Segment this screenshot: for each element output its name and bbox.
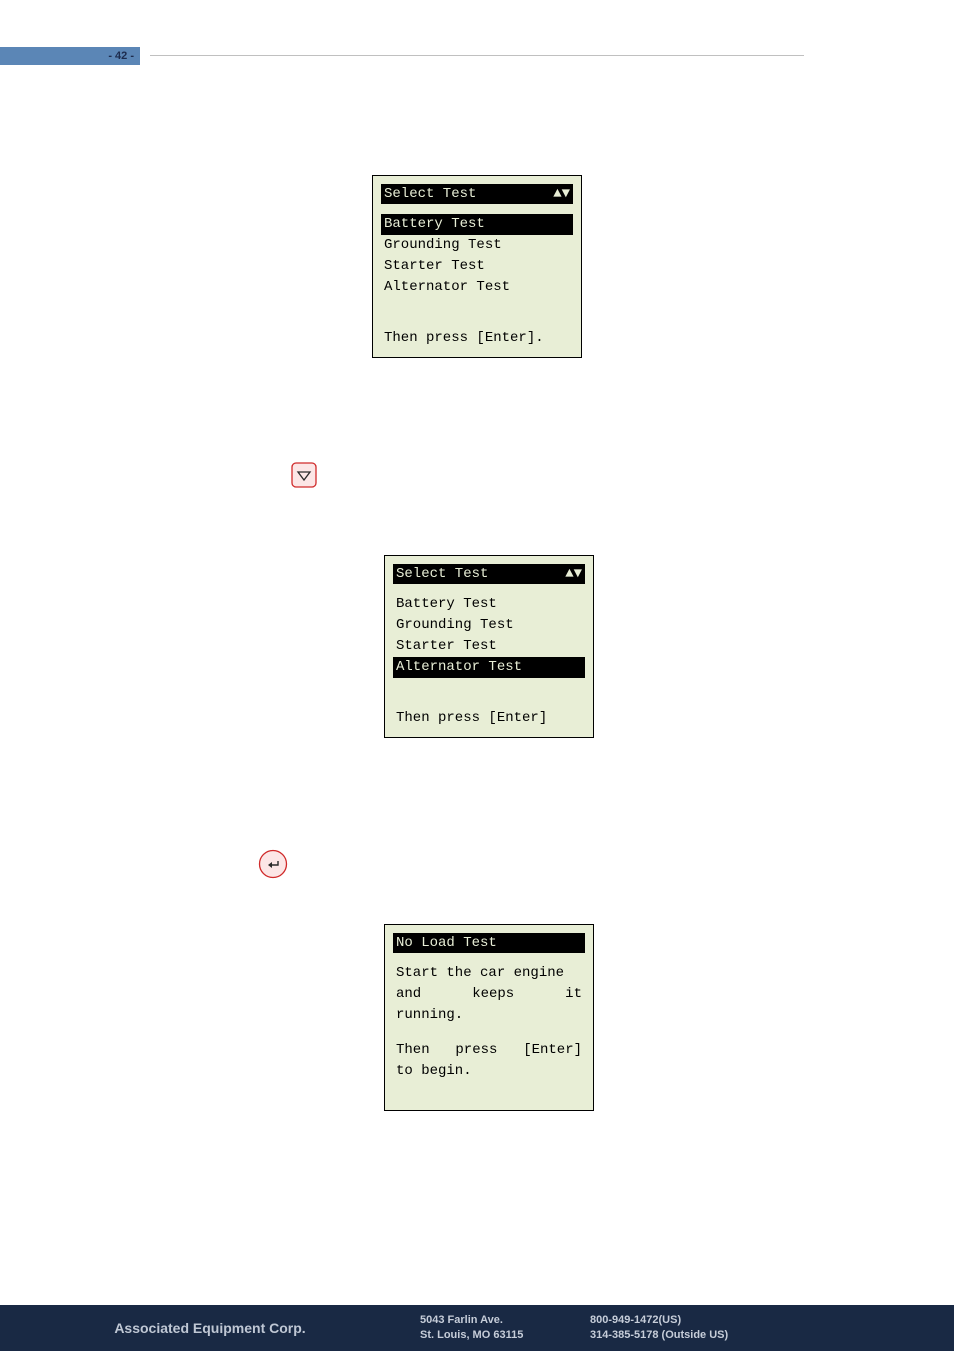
menu-item-battery-test: Battery Test xyxy=(393,594,585,615)
phone-line1: 800-949-1472(US) xyxy=(590,1313,790,1328)
lcd-instruction: Then press [Enter]. xyxy=(381,328,573,349)
header-rule xyxy=(150,55,804,56)
lcd-instruction: Then press [Enter] xyxy=(393,708,585,729)
menu-item-grounding-test: Grounding Test xyxy=(393,615,585,636)
lcd-title-text: No Load Test xyxy=(396,933,497,954)
footer-address: 5043 Farlin Ave. St. Louis, MO 63115 xyxy=(420,1313,590,1344)
footer-company: Associated Equipment Corp. xyxy=(0,1320,420,1336)
enter-button-icon xyxy=(258,849,288,879)
t: keeps xyxy=(472,984,514,1005)
spacer xyxy=(396,1026,582,1040)
phone-line2: 314-385-5178 (Outside US) xyxy=(590,1328,790,1343)
t: it xyxy=(565,984,582,1005)
page-footer: Associated Equipment Corp. 5043 Farlin A… xyxy=(0,1305,954,1351)
lcd-title-text: Select Test xyxy=(396,564,488,585)
lcd-line: to begin. xyxy=(396,1061,582,1082)
t: press xyxy=(455,1040,497,1061)
addr-line1: 5043 Farlin Ave. xyxy=(420,1313,590,1328)
page-number-tab: - 42 - xyxy=(0,47,140,65)
up-down-arrows-icon: ▲▼ xyxy=(565,564,582,585)
lcd-line: running. xyxy=(396,1005,582,1026)
down-button-icon xyxy=(291,462,317,488)
menu-item-starter-test: Starter Test xyxy=(381,256,573,277)
up-down-arrows-icon: ▲▼ xyxy=(553,184,570,205)
menu-item-grounding-test: Grounding Test xyxy=(381,235,573,256)
menu-item-alternator-test: Alternator Test xyxy=(381,277,573,298)
menu-item-battery-test: Battery Test xyxy=(381,214,573,235)
t: and xyxy=(396,984,421,1005)
lcd-line: and keeps it xyxy=(396,984,582,1005)
lcd-line: Then press [Enter] xyxy=(396,1040,582,1061)
footer-phone: 800-949-1472(US) 314-385-5178 (Outside U… xyxy=(590,1313,790,1344)
lcd-screen-select-test-1: Select Test ▲▼ Battery Test Grounding Te… xyxy=(372,175,582,358)
t: Then xyxy=(396,1040,430,1061)
lcd-screen-no-load-test: No Load Test Start the car engine and ke… xyxy=(384,924,594,1111)
spacer xyxy=(396,1082,582,1102)
lcd-title-bar: Select Test ▲▼ xyxy=(381,184,573,204)
lcd-title-bar: Select Test ▲▼ xyxy=(393,564,585,584)
menu-item-starter-test: Starter Test xyxy=(393,636,585,657)
lcd-screen-select-test-2: Select Test ▲▼ Battery Test Grounding Te… xyxy=(384,555,594,738)
lcd-body-text: Start the car engine and keeps it runnin… xyxy=(393,963,585,1102)
lcd-title-bar: No Load Test xyxy=(393,933,585,953)
addr-line2: St. Louis, MO 63115 xyxy=(420,1328,590,1343)
menu-item-alternator-test: Alternator Test xyxy=(393,657,585,678)
lcd-title-text: Select Test xyxy=(384,184,476,205)
t: Start the car engine xyxy=(396,963,564,984)
t: [Enter] xyxy=(523,1040,582,1061)
lcd-line: Start the car engine xyxy=(396,963,582,984)
